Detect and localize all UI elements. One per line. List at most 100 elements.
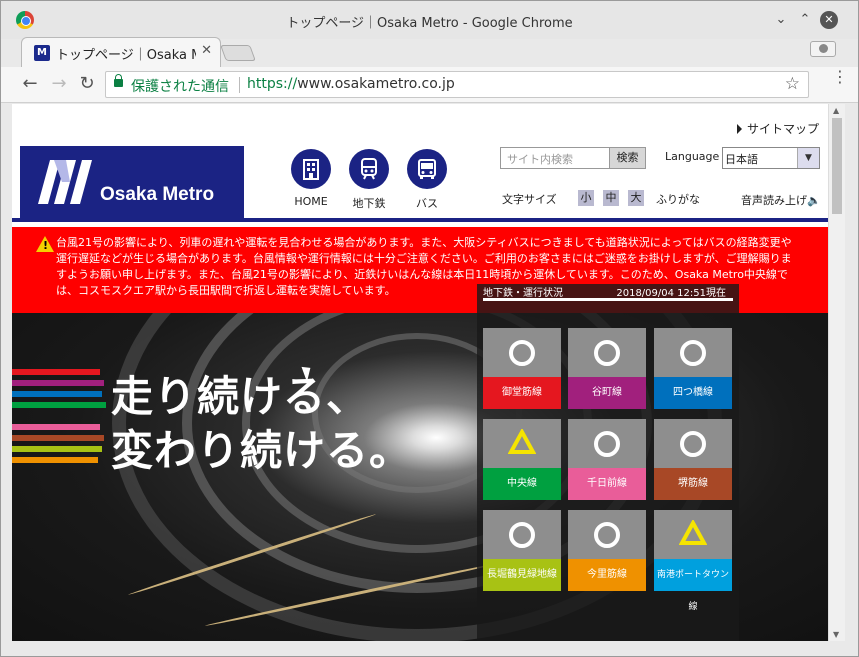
secure-label: 保護された通信 (131, 79, 229, 95)
sitemap-link[interactable]: サイトマップ (737, 120, 819, 137)
status-timestamp: 2018/09/04 12:51現在 (616, 288, 726, 299)
bus-nav-button[interactable] (407, 149, 447, 189)
line-status-card[interactable]: 御堂筋線 (483, 328, 561, 409)
text-to-speech-link[interactable]: 音声読み上げ🔈 (741, 192, 821, 208)
line-status-card[interactable]: 今里筋線 (568, 510, 646, 591)
language-value: 日本語 (725, 153, 758, 166)
line-status-card[interactable]: 千日前線 (568, 419, 646, 500)
metro-m-icon (38, 160, 92, 204)
status-mark (654, 419, 732, 468)
profile-icon[interactable] (810, 41, 836, 57)
line-status-card[interactable]: 中央線 (483, 419, 561, 500)
line-stripe (12, 369, 100, 375)
font-size-medium-button[interactable]: 中 (603, 190, 619, 206)
tts-label: 音声読み上げ (741, 194, 807, 207)
subway-nav-button[interactable] (349, 149, 389, 189)
circle-status-icon (509, 522, 535, 548)
maximize-icon[interactable]: ⌃ (796, 11, 814, 29)
scroll-down-icon[interactable]: ▼ (833, 630, 839, 639)
circle-status-icon (594, 340, 620, 366)
browser-tab[interactable]: M トップページ｜Osaka Metro ✕ (21, 37, 221, 67)
line-status-card[interactable]: 谷町線 (568, 328, 646, 409)
window-title: トップページ｜Osaka Metro - Google Chrome (286, 16, 573, 31)
status-title: 地下鉄・運行状況 (483, 288, 563, 299)
line-stripe (12, 435, 104, 441)
browser-window: トップページ｜Osaka Metro - Google Chrome ⌄ ⌃ ✕… (0, 0, 859, 657)
osaka-metro-logo[interactable]: Osaka Metro (20, 146, 244, 218)
nav-home-label[interactable]: HOME (281, 195, 341, 208)
circle-status-icon (594, 431, 620, 457)
line-name: 千日前線 (568, 468, 646, 500)
line-name: 堺筋線 (654, 468, 732, 500)
search-button[interactable]: 検索 (609, 147, 646, 169)
status-mark (483, 328, 561, 377)
address-bar[interactable]: 保護された通信 https://www.osakametro.co.jp ☆ (105, 71, 809, 98)
url-host: www.osakametro.co.jp (297, 76, 455, 92)
chrome-menu-icon[interactable]: ⋮ (832, 69, 848, 85)
circle-status-icon (680, 431, 706, 457)
close-icon[interactable]: ✕ (820, 11, 838, 29)
font-size-small-button[interactable]: 小 (578, 190, 594, 206)
line-stripe (12, 391, 102, 397)
tab-close-icon[interactable]: ✕ (201, 43, 212, 58)
line-status-card[interactable]: 南港ポートタウン線 (654, 510, 732, 612)
line-name: 南港ポートタウン線 (654, 559, 732, 612)
line-name: 谷町線 (568, 377, 646, 409)
hero-slogan-line2: 変わり続ける。 (111, 426, 413, 475)
line-name: 御堂筋線 (483, 377, 561, 409)
line-status-card[interactable]: 長堀鶴見緑地線 (483, 510, 561, 591)
header-divider (12, 218, 828, 222)
url-text[interactable]: https://www.osakametro.co.jp (247, 76, 455, 92)
page-viewport: サイトマップ Osaka Metro HOME 地下鉄 バス サイト内検索 検索… (12, 104, 828, 641)
line-name: 中央線 (483, 468, 561, 500)
line-name: 四つ橋線 (654, 377, 732, 409)
line-stripe (12, 457, 98, 463)
service-status-panel: 地下鉄・運行状況 2018/09/04 12:51現在 御堂筋線 谷町線 四つ橋線中… (477, 284, 739, 641)
bookmark-star-icon[interactable]: ☆ (785, 74, 800, 94)
status-mark (568, 419, 646, 468)
line-status-card[interactable]: 堺筋線 (654, 419, 732, 500)
furigana-link[interactable]: ふりがな (656, 191, 700, 207)
line-stripe (12, 446, 102, 452)
building-icon (303, 159, 319, 180)
language-select[interactable]: 日本語 ▼ (722, 147, 820, 169)
font-size-label: 文字サイズ (502, 193, 557, 206)
scroll-thumb[interactable] (832, 118, 842, 214)
minimize-icon[interactable]: ⌄ (772, 11, 790, 29)
line-stripe (12, 424, 100, 430)
status-divider (483, 298, 733, 301)
forward-icon[interactable]: → (48, 73, 70, 95)
nav-bus-label[interactable]: バス (397, 195, 457, 211)
vertical-scrollbar[interactable]: ▲ ▼ (828, 104, 845, 641)
status-mark (654, 328, 732, 377)
font-size-large-button[interactable]: 大 (628, 190, 644, 206)
nav-subway-label[interactable]: 地下鉄 (339, 195, 399, 211)
browser-toolbar: ← → ↻ 保護された通信 https://www.osakametro.co.… (1, 67, 858, 103)
bus-icon (418, 159, 436, 179)
status-mark (568, 328, 646, 377)
triangle-status-icon (679, 520, 707, 545)
site-favicon-icon: M (34, 45, 50, 61)
warning-icon (36, 236, 54, 254)
new-tab-button[interactable] (220, 45, 256, 61)
site-search-input[interactable]: サイト内検索 (500, 147, 610, 169)
reload-icon[interactable]: ↻ (76, 73, 98, 95)
tab-label: トップページ｜Osaka Metro (56, 48, 196, 63)
divider (239, 77, 240, 93)
home-nav-button[interactable] (291, 149, 331, 189)
status-mark (568, 510, 646, 559)
status-mark (483, 419, 561, 468)
circle-status-icon (594, 522, 620, 548)
url-scheme: https:// (247, 76, 298, 92)
lock-icon (114, 74, 123, 87)
line-name: 今里筋線 (568, 559, 646, 591)
line-stripe (12, 402, 106, 408)
line-status-card[interactable]: 四つ橋線 (654, 328, 732, 409)
scroll-up-icon[interactable]: ▲ (833, 106, 839, 115)
status-mark (654, 510, 732, 559)
speaker-icon: 🔈 (807, 194, 821, 207)
hero-slogan-line1: 走り続ける、 (111, 372, 370, 421)
status-mark (483, 510, 561, 559)
back-icon[interactable]: ← (19, 73, 41, 95)
circle-status-icon (680, 340, 706, 366)
